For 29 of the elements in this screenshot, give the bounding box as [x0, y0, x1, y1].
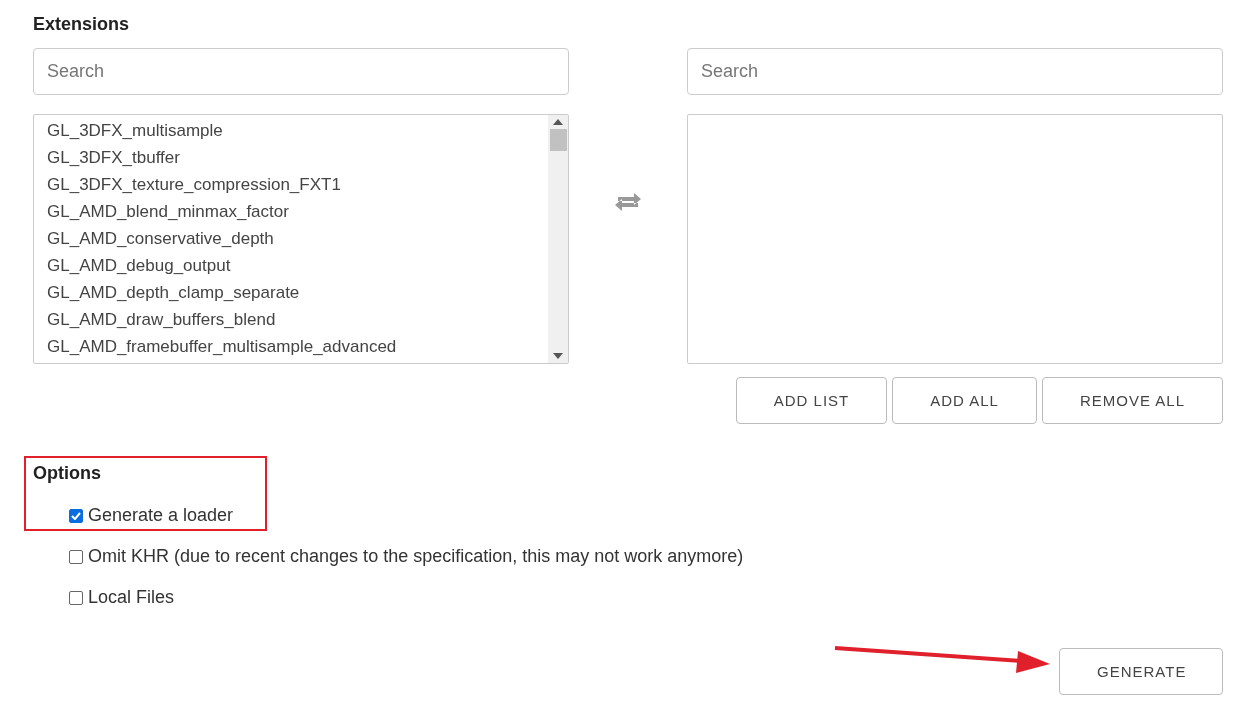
extension-list[interactable] [33, 114, 569, 364]
scroll-down-icon[interactable] [553, 353, 563, 359]
scrollbar-thumb[interactable] [549, 129, 567, 151]
action-button[interactable]: ADD LIST [735, 377, 888, 424]
search-field[interactable]: Search [687, 48, 1223, 95]
list-item[interactable]: GL_AMD_framebuffer_multisample_advanced [47, 333, 535, 360]
list-item[interactable]: GL_AMD_debug_output [47, 252, 535, 279]
list-item[interactable]: GL_AMD_conservative_depth [47, 225, 535, 252]
search-field[interactable]: Search [33, 48, 569, 95]
section-heading: Extensions [33, 14, 131, 36]
scrollbar[interactable] [548, 115, 568, 363]
scroll-up-icon[interactable] [553, 119, 563, 125]
checkbox[interactable] [69, 549, 83, 564]
list-item[interactable]: GL_AMD_depth_clamp_separate [47, 279, 535, 306]
checkbox-label: Generate a loader [88, 505, 234, 526]
list-item[interactable]: GL_3DFX_multisample [47, 117, 535, 144]
list-item[interactable]: GL_AMD_draw_buffers_blend [47, 306, 535, 333]
swap-icon[interactable] [614, 191, 642, 213]
section-heading: Options [33, 462, 102, 485]
generate-button[interactable]: GENERATE [1059, 648, 1223, 695]
action-button[interactable]: ADD ALL [892, 377, 1037, 424]
list-item[interactable]: GL_3DFX_tbuffer [47, 144, 535, 171]
checkbox-label: Omit KHR (due to recent changes to the specification, this may not work anymore) [88, 546, 744, 567]
list-item[interactable]: GL_3DFX_texture_compression_FXT1 [47, 171, 535, 198]
list-item[interactable]: GL_AMD_blend_minmax_factor [47, 198, 535, 225]
checkbox[interactable] [69, 508, 83, 523]
action-button[interactable]: REMOVE ALL [1041, 377, 1223, 424]
checkbox[interactable] [69, 590, 83, 605]
checkbox-label: Local Files [88, 587, 175, 608]
